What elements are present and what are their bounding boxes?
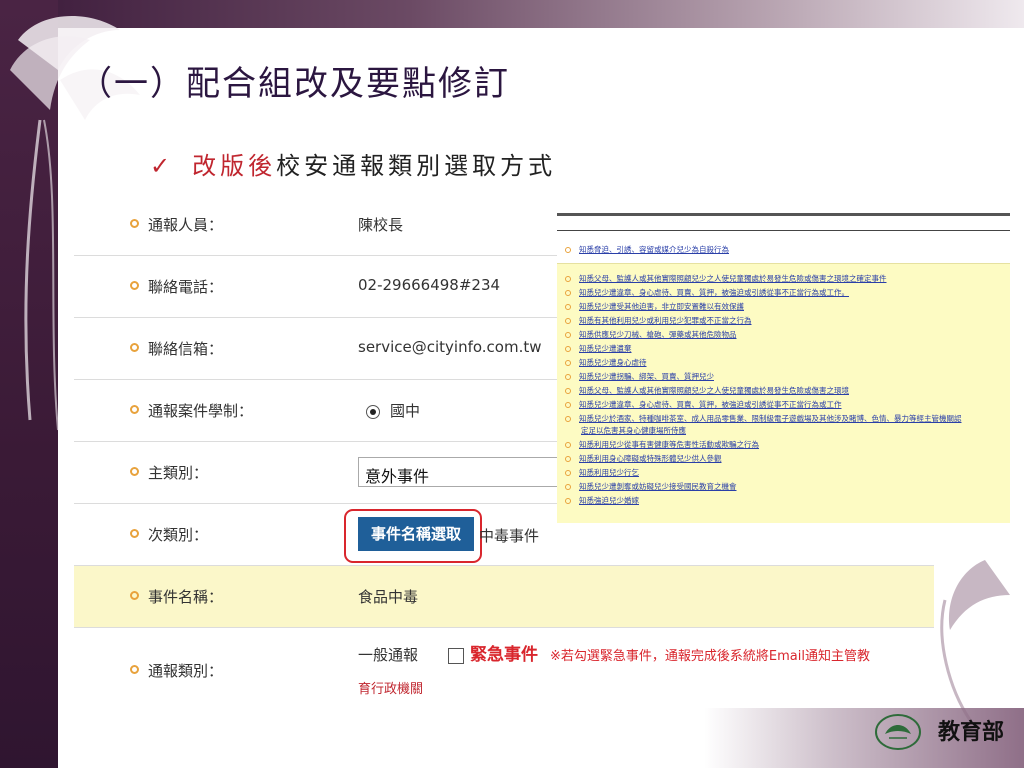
- urgent-checkbox[interactable]: [448, 647, 465, 664]
- slide-title: （一）配合組改及要點修訂: [78, 64, 510, 104]
- popup-item[interactable]: 知悉脅迫、引誘、容留或媒介兒少為自殺行為: [565, 244, 729, 255]
- popup-list: 知悉父母、監護人或其他實際照顧兒少之人使兒童獨處於易發生危險或傷害之環境之確定事…: [557, 263, 1010, 523]
- popup-item[interactable]: 知悉兒少遭拐騙、綁架、買賣、質押兒少: [565, 371, 714, 382]
- circle-bullet-icon: [565, 360, 571, 366]
- circle-bullet-icon: [565, 276, 571, 282]
- email-label: 聯絡信箱：: [148, 340, 224, 358]
- circle-bullet-icon: [565, 374, 571, 380]
- form-row-report-type: 通報類別： 一般通報 緊急事件 ※若勾選緊急事件，通報完成後系統將Email通知主管…: [74, 628, 934, 712]
- circle-bullet-icon: [565, 456, 571, 462]
- popup-item[interactable]: 知悉有其他利用兒少或利用兒少犯罪或不正當之行為: [565, 315, 752, 326]
- circle-bullet-icon: [565, 498, 571, 504]
- popup-item[interactable]: 知悉兒少遭遺棄: [565, 343, 632, 354]
- bullet-highlight: 改版後: [192, 152, 277, 180]
- school-level-option: 國中: [390, 402, 421, 420]
- event-name-value: 食品中毒: [358, 588, 419, 606]
- popup-item[interactable]: 知悉利用兒少從事有害健康等危害性活動或欺騙之行為: [565, 439, 759, 450]
- circle-bullet-icon: [130, 281, 139, 290]
- slide-bullet: ✓ 改版後校安通報類別選取方式: [150, 146, 556, 181]
- phone-value: 02-29666498#234: [358, 276, 501, 294]
- circle-bullet-icon: [130, 405, 139, 414]
- phone-label: 聯絡電話：: [148, 278, 224, 296]
- popup-item-continued[interactable]: 定足以危害其身心健康場所侍應: [581, 425, 686, 436]
- event-name-pick-button[interactable]: 事件名稱選取: [358, 517, 474, 551]
- bullet-text: 校安通報類別選取方式: [276, 152, 557, 180]
- popup-item[interactable]: 知悉兒少遭違章、身心虐待、買賣、質押，被強迫或引誘從事不正當行為或工作: [565, 399, 842, 410]
- check-icon: ✓: [150, 152, 175, 180]
- circle-bullet-icon: [565, 442, 571, 448]
- popup-item[interactable]: 知悉兒少遭剝奪或妨礙兒少接受國民教育之機會: [565, 481, 737, 492]
- event-name-label: 事件名稱：: [148, 588, 224, 606]
- popup-header-bar: [557, 213, 1010, 231]
- circle-bullet-icon: [130, 343, 139, 352]
- event-name-popup: 知悉脅迫、引誘、容留或媒介兒少為自殺行為 知悉父母、監護人或其他實際照顧兒少之人…: [557, 213, 1010, 523]
- circle-bullet-icon: [565, 318, 571, 324]
- circle-bullet-icon: [565, 346, 571, 352]
- popup-item[interactable]: 知悉父母、監護人或其他實際照顧兒少之人使兒童獨處於易發生危險或傷害之環境: [565, 385, 849, 396]
- circle-bullet-icon: [130, 467, 139, 476]
- reporter-value: 陳校長: [358, 216, 404, 234]
- main-category-label: 主類別：: [148, 464, 209, 482]
- popup-item[interactable]: 知悉兒少遭違章、身心虐待、買賣、質押，被強迫或引誘從事不正當行為或工作。: [565, 287, 849, 298]
- urgent-note: ※若勾選緊急事件，通報完成後系統將Email通知主管教: [550, 649, 870, 664]
- circle-bullet-icon: [565, 304, 571, 310]
- school-level-value: 國中: [358, 400, 420, 421]
- report-type-value: 一般通報 緊急事件 ※若勾選緊急事件，通報完成後系統將Email通知主管教: [358, 640, 870, 665]
- report-type-normal: 一般通報: [358, 646, 419, 664]
- popup-item[interactable]: 知悉利用身心障礙或特殊形體兒少供人參觀: [565, 453, 722, 464]
- circle-bullet-icon: [565, 290, 571, 296]
- form-row-event-name: 事件名稱： 食品中毒: [74, 566, 934, 628]
- school-level-radio[interactable]: [366, 404, 380, 419]
- school-level-label: 通報案件學制：: [148, 402, 254, 420]
- report-type-label: 通報類別：: [148, 662, 224, 680]
- urgent-note-continued: 育行政機關: [358, 682, 424, 697]
- popup-item[interactable]: 知悉兒少遭身心虐待: [565, 357, 647, 368]
- ministry-seal-icon: [875, 714, 921, 750]
- popup-item[interactable]: 知悉父母、監護人或其他實際照顧兒少之人使兒童獨處於易發生危險或傷害之環境之確定事…: [565, 273, 887, 284]
- sub-category-label: 次類別：: [148, 526, 209, 544]
- ministry-name: 教育部: [937, 720, 1004, 745]
- popup-item[interactable]: 知悉兒少遭受其他迫害，非立即安置難以有效保護: [565, 301, 744, 312]
- circle-bullet-icon: [565, 416, 571, 422]
- circle-bullet-icon: [130, 529, 139, 538]
- popup-first-row: 知悉脅迫、引誘、容留或媒介兒少為自殺行為: [557, 237, 1010, 261]
- popup-item[interactable]: 知悉強迫兒少婚嫁: [565, 495, 639, 506]
- circle-bullet-icon: [130, 591, 139, 600]
- urgent-label: 緊急事件: [470, 645, 539, 665]
- main-category-selected: 意外事件: [365, 467, 430, 486]
- circle-bullet-icon: [130, 665, 139, 674]
- circle-bullet-icon: [565, 484, 571, 490]
- circle-bullet-icon: [565, 470, 571, 476]
- popup-item[interactable]: 知悉兒少於酒家、特種咖啡茶室、成人用品零售業、限制級電子遊戲場及其他涉及賭博、色…: [565, 413, 962, 424]
- circle-bullet-icon: [565, 332, 571, 338]
- reporter-label: 通報人員：: [148, 216, 224, 234]
- email-value: service@cityinfo.com.tw: [358, 338, 542, 356]
- popup-item[interactable]: 知悉供應兒少刀械、槍砲、彈藥或其他危險物品: [565, 329, 737, 340]
- circle-bullet-icon: [565, 388, 571, 394]
- circle-bullet-icon: [565, 247, 571, 253]
- circle-bullet-icon: [565, 402, 571, 408]
- circle-bullet-icon: [130, 219, 139, 228]
- main-category-select[interactable]: 意外事件: [358, 457, 570, 487]
- popup-item[interactable]: 知悉利用兒少行乞: [565, 467, 639, 478]
- sub-category-value: 中毒事件: [479, 527, 540, 545]
